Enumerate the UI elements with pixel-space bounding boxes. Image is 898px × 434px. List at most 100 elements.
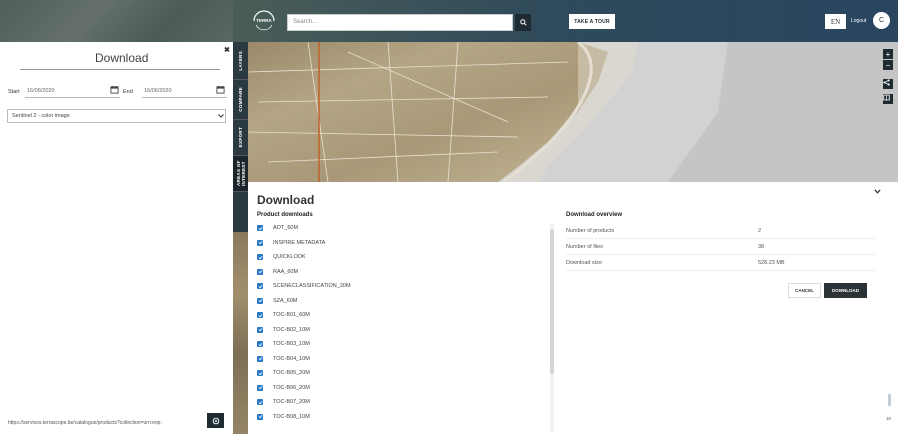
start-date-input[interactable]: 16/06/2020 xyxy=(25,85,120,98)
checkmark-icon xyxy=(258,414,262,419)
product-item[interactable]: AOT_60M xyxy=(257,222,298,234)
product-label: RAA_60M xyxy=(273,268,299,275)
product-item[interactable]: TOC-B06_20M xyxy=(257,382,310,394)
overview-divider xyxy=(566,238,876,239)
download-dialog: Download Product downloads Download over… xyxy=(248,182,898,434)
checkbox[interactable] xyxy=(257,312,263,318)
search-icon xyxy=(519,19,527,26)
tab-areas-of-interest[interactable]: AREAS OF INTEREST xyxy=(233,156,248,192)
bookmark-button[interactable] xyxy=(883,94,893,104)
download-title: Download xyxy=(257,193,315,207)
header-left-background xyxy=(0,0,233,42)
calendar-icon[interactable] xyxy=(110,85,119,94)
product-item[interactable]: SZA_60M xyxy=(257,295,297,307)
download-side-panel: Download ✖ Start 16/06/2020 End 16/06/20… xyxy=(0,42,233,434)
checkmark-icon xyxy=(258,240,262,245)
overview-label: Number of products xyxy=(566,228,615,234)
checkmark-icon xyxy=(258,342,262,346)
zoom-out-button[interactable]: − xyxy=(883,60,893,70)
product-label: TOC-B05_20M xyxy=(273,370,310,376)
checkbox[interactable] xyxy=(257,370,263,376)
checkbox[interactable] xyxy=(257,239,263,246)
take-tour-button[interactable]: TAKE A TOUR xyxy=(569,14,615,29)
checkmark-icon xyxy=(258,313,262,317)
page-scrollbar[interactable] xyxy=(888,394,891,406)
user-avatar[interactable]: C xyxy=(873,12,890,29)
checkmark-icon xyxy=(258,371,262,375)
copy-icon xyxy=(212,417,219,424)
checkbox[interactable] xyxy=(257,283,263,289)
corner-number: 10 xyxy=(886,416,892,421)
end-date-input[interactable]: 16/06/2020 xyxy=(142,85,227,98)
product-select[interactable]: Sentinel 2 - color image xyxy=(7,109,226,123)
cancel-button[interactable]: CANCEL xyxy=(788,283,821,298)
product-item[interactable]: TOC-B03_10M xyxy=(257,338,310,350)
product-item[interactable]: TOC-B01_60M xyxy=(257,309,310,321)
language-selector[interactable]: EN xyxy=(825,14,846,29)
checkbox[interactable] xyxy=(257,268,263,275)
checkbox[interactable] xyxy=(257,399,263,405)
checkmark-icon xyxy=(258,385,262,390)
book-icon xyxy=(883,94,890,101)
product-label: AOT_60M xyxy=(273,225,299,231)
product-item[interactable]: QUICKLOOK xyxy=(257,251,306,263)
checkbox[interactable] xyxy=(257,355,263,362)
product-label: TOC-B07_20M xyxy=(273,399,310,405)
product-label: SZA_60M xyxy=(273,297,298,304)
chevron-down-icon xyxy=(218,114,224,118)
product-label: QUICKLOOK xyxy=(273,254,306,260)
svg-text:TERRA: TERRA xyxy=(256,18,272,23)
product-label: TOC-B03_10M xyxy=(273,341,310,347)
product-item[interactable]: TOC-B04_10M xyxy=(257,353,310,365)
map-strip xyxy=(233,232,248,434)
product-item[interactable]: SCENECLASSIFICATION_20M xyxy=(257,280,351,292)
product-item[interactable]: TOC-B08_10M xyxy=(257,411,310,423)
checkmark-icon xyxy=(258,284,262,288)
checkmark-icon xyxy=(258,400,262,404)
calendar-icon[interactable] xyxy=(216,85,225,94)
search-button[interactable] xyxy=(515,14,531,31)
product-item[interactable]: RAA_60M xyxy=(257,266,298,278)
product-item[interactable]: TOC-B05_20M xyxy=(257,367,310,379)
checkbox[interactable] xyxy=(257,297,263,304)
close-icon[interactable]: ✖ xyxy=(224,46,230,54)
product-label: TOC-B01_60M xyxy=(273,312,310,318)
tab-compare[interactable]: COMPARE xyxy=(233,80,248,120)
download-button[interactable]: DOWNLOAD xyxy=(824,283,867,298)
product-item[interactable]: INSPIRE METADATA xyxy=(257,237,325,249)
overview-value: 2 xyxy=(758,228,762,234)
product-label: TOC-B02_10M xyxy=(273,326,310,333)
share-icon xyxy=(883,79,890,86)
search-input[interactable]: Search... xyxy=(287,14,513,31)
share-button[interactable] xyxy=(883,79,893,89)
product-item[interactable]: TOC-B07_20M xyxy=(257,396,310,408)
checkbox[interactable] xyxy=(257,326,263,333)
end-date-label: End xyxy=(123,89,133,95)
terrascope-logo[interactable]: TERRA xyxy=(251,8,277,34)
zoom-in-button[interactable]: + xyxy=(883,49,893,59)
catalogue-url[interactable]: https://services.terrascope.be/catalogue… xyxy=(8,420,162,426)
overview-divider xyxy=(566,254,876,255)
checkbox[interactable] xyxy=(257,341,263,347)
checkbox[interactable] xyxy=(257,225,263,231)
logout-link[interactable]: Logout xyxy=(851,18,866,24)
product-label: TOC-B08_10M xyxy=(273,413,310,420)
satellite-imagery xyxy=(248,42,898,182)
checkbox[interactable] xyxy=(257,384,263,391)
checkmark-icon xyxy=(258,356,262,361)
overview-value: 38 xyxy=(758,244,765,250)
product-label: SCENECLASSIFICATION_20M xyxy=(273,283,351,289)
checkbox[interactable] xyxy=(257,413,263,420)
product-label: TOC-B06_20M xyxy=(273,384,310,391)
collapse-chevron-icon[interactable] xyxy=(874,189,881,194)
checkbox[interactable] xyxy=(257,254,263,260)
checkmark-icon xyxy=(258,255,262,259)
scrollbar-thumb[interactable] xyxy=(550,229,554,374)
product-item[interactable]: TOC-B02_10M xyxy=(257,324,310,336)
checkmark-icon xyxy=(258,226,262,230)
tab-layers[interactable]: LAYERS xyxy=(233,42,248,80)
map-view[interactable]: + − xyxy=(248,42,898,182)
tab-export[interactable]: EXPORT xyxy=(233,120,248,156)
copy-url-button[interactable] xyxy=(207,413,224,428)
product-downloads-title: Product downloads xyxy=(257,212,313,218)
